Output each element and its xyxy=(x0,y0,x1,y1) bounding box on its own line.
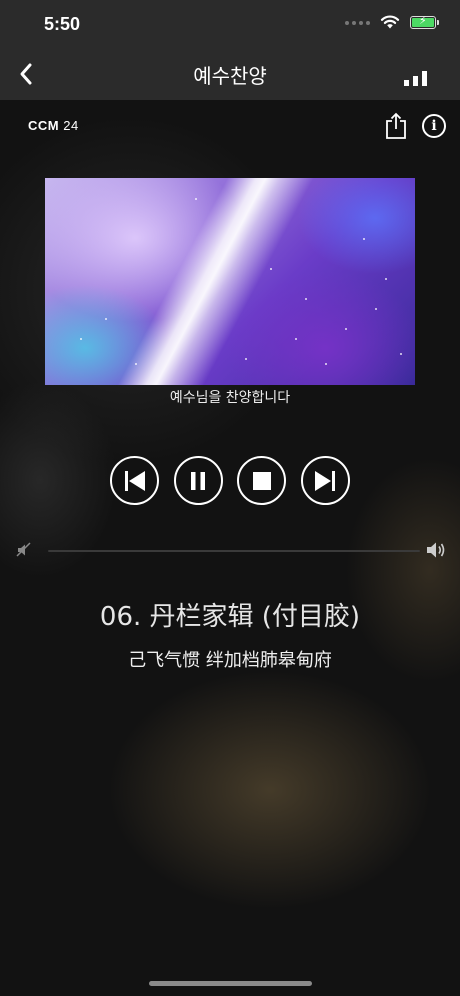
cell-dots-icon xyxy=(345,20,370,25)
info-icon: i xyxy=(431,118,437,134)
volume-max-icon xyxy=(427,542,445,558)
stop-button[interactable] xyxy=(237,456,287,505)
pause-icon xyxy=(191,471,206,490)
home-indicator[interactable] xyxy=(149,981,312,986)
status-time: 5:50 xyxy=(44,14,81,34)
album-caption: 예수님을 찬양합니다 xyxy=(169,390,291,406)
volume-mute-icon xyxy=(16,542,31,557)
next-button[interactable] xyxy=(300,456,350,505)
skip-previous-icon xyxy=(124,470,145,491)
player-screen: CCM 24 i 예수님을 찬양합니다 06. 丹栏家辑 (付目胶) 己飞气惯 … xyxy=(0,100,460,996)
album-artwork xyxy=(45,178,415,385)
share-icon xyxy=(386,112,406,139)
app-logo: CCM 24 xyxy=(28,118,79,133)
battery-charging-icon: ⚡ xyxy=(410,14,439,29)
skip-next-icon xyxy=(315,470,336,491)
signal-bars-icon[interactable] xyxy=(404,64,430,86)
wifi-icon xyxy=(380,15,400,29)
navigation-bar: 예수찬양 xyxy=(0,48,460,100)
status-icons: ⚡ xyxy=(345,14,439,30)
stop-icon xyxy=(252,471,271,490)
status-bar: 5:50 ⚡ xyxy=(0,0,460,48)
volume-control xyxy=(14,540,446,560)
info-button[interactable]: i xyxy=(422,114,446,138)
playback-controls xyxy=(110,456,350,506)
page-title: 예수찬양 xyxy=(193,64,267,88)
share-button[interactable] xyxy=(384,112,408,140)
pause-button[interactable] xyxy=(173,456,223,505)
song-title: 06. 丹栏家辑 (付目胶) xyxy=(99,602,361,632)
song-subtitle: 己飞气惯 绊加档肺皋甸府 xyxy=(128,650,332,671)
previous-button[interactable] xyxy=(110,456,159,505)
volume-slider[interactable] xyxy=(48,550,420,552)
